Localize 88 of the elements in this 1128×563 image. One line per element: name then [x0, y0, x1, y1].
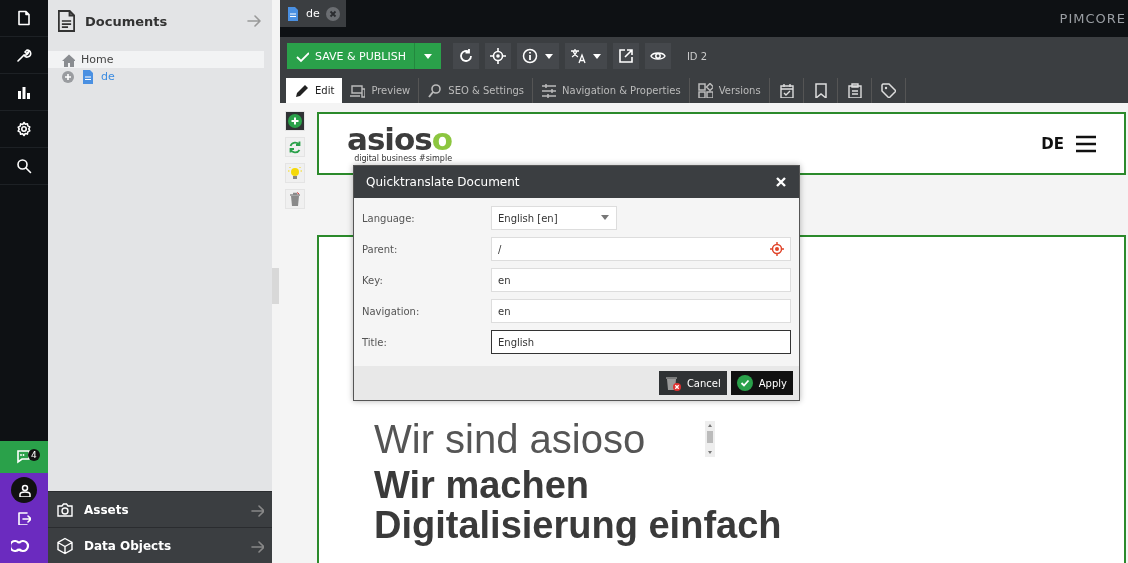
- editor-tab[interactable]: Navigation & Properties: [533, 78, 690, 103]
- editor-tab[interactable]: Versions: [689, 78, 770, 103]
- translate-icon: [569, 48, 586, 64]
- notifications-button[interactable]: 4: [0, 441, 48, 473]
- cancel-button[interactable]: Cancel: [658, 371, 727, 395]
- calendar-icon: [778, 83, 794, 98]
- camera-icon: [56, 500, 74, 519]
- field-label: Navigation:: [362, 305, 421, 317]
- info-icon: [521, 48, 538, 64]
- lightbulb-icon: [288, 166, 302, 180]
- arrow-icon: [250, 502, 264, 517]
- field-label: Parent:: [362, 243, 399, 255]
- caret-icon: [422, 51, 433, 61]
- apply-button[interactable]: Apply: [730, 371, 793, 395]
- lightbulb-button[interactable]: [285, 163, 305, 183]
- language-code: DE: [1041, 134, 1064, 153]
- tag-icon: [880, 83, 896, 98]
- target-icon[interactable]: [770, 242, 784, 256]
- language-dropdown[interactable]: English [en]: [491, 206, 617, 230]
- dialog-title: Quicktranslate Document: [366, 175, 520, 189]
- add-button[interactable]: [285, 111, 305, 131]
- document-tab[interactable]: de: [280, 0, 346, 27]
- external-link-button[interactable]: [612, 43, 639, 69]
- reload-icon: [457, 48, 474, 64]
- refresh-icon: [288, 140, 302, 154]
- panel-header[interactable]: Assets: [48, 491, 272, 527]
- editor-tab[interactable]: Preview: [342, 78, 420, 103]
- search-icon: [427, 83, 443, 98]
- add-icon: [288, 114, 302, 128]
- intro-heading: Wir sind asioso: [374, 417, 646, 461]
- notification-count: 4: [28, 449, 40, 461]
- input-field[interactable]: en: [491, 299, 791, 323]
- caret-icon: [591, 51, 602, 61]
- collapse-handle[interactable]: [272, 268, 279, 304]
- field-label: Title:: [362, 336, 388, 348]
- bar-chart-icon[interactable]: [16, 84, 32, 100]
- documents-icon[interactable]: [16, 10, 32, 26]
- blocks-icon: [697, 83, 713, 98]
- person-icon: [17, 483, 31, 497]
- trash-button[interactable]: [285, 189, 305, 209]
- logo-tagline: digital business #simple: [354, 154, 453, 163]
- arrow-icon: [250, 538, 264, 553]
- headline: Wir machen Digitalisierung einfach: [374, 465, 783, 545]
- sliders-icon: [541, 83, 557, 98]
- check-icon: [736, 375, 753, 391]
- chat-icon: [16, 449, 32, 465]
- input-field[interactable]: en: [491, 268, 791, 292]
- cube-icon: [56, 536, 74, 555]
- search-icon[interactable]: [16, 158, 32, 174]
- logout-icon[interactable]: [17, 511, 31, 525]
- pimcore-logo: PIMCORE: [1059, 11, 1127, 26]
- logo: asioso: [347, 124, 453, 154]
- devices-icon: [350, 83, 366, 98]
- target-icon: [489, 48, 506, 64]
- tree-item[interactable]: Home: [48, 51, 264, 68]
- input-field[interactable]: /: [491, 237, 791, 261]
- scroll-arrows-icon[interactable]: [705, 421, 716, 457]
- trash-icon: [664, 375, 681, 391]
- document-icon: [58, 10, 75, 32]
- close-icon[interactable]: [775, 176, 787, 188]
- editor-tab[interactable]: Edit: [286, 78, 343, 103]
- home-icon: [61, 52, 75, 67]
- pencil-icon: [294, 83, 309, 98]
- field-label: Key:: [362, 274, 384, 286]
- panel-header[interactable]: Data Objects: [48, 527, 272, 563]
- translate-button[interactable]: [564, 43, 607, 69]
- caret-icon: [543, 51, 554, 61]
- target-button[interactable]: [484, 43, 511, 69]
- document-icon: [286, 6, 300, 21]
- input-field[interactable]: English: [491, 330, 791, 354]
- editor-tab[interactable]: SEO & Settings: [419, 78, 534, 103]
- menu-icon[interactable]: [1076, 134, 1096, 153]
- user-avatar[interactable]: [11, 477, 37, 503]
- reload-button[interactable]: [452, 43, 479, 69]
- trash-icon: [288, 192, 302, 206]
- wrench-icon[interactable]: [16, 47, 32, 63]
- bookmark-icon: [812, 83, 828, 98]
- external-link-icon: [617, 48, 634, 64]
- clipboard-icon: [846, 83, 862, 98]
- document-id: ID 2: [686, 50, 708, 62]
- eye-button[interactable]: [644, 43, 671, 69]
- field-label: Language:: [362, 212, 416, 224]
- info-button[interactable]: [516, 43, 559, 69]
- check-icon: [295, 49, 309, 63]
- panel-title: Documents: [85, 13, 169, 29]
- document-icon: [81, 69, 95, 84]
- settings-icon[interactable]: [16, 121, 32, 137]
- refresh-button[interactable]: [285, 137, 305, 157]
